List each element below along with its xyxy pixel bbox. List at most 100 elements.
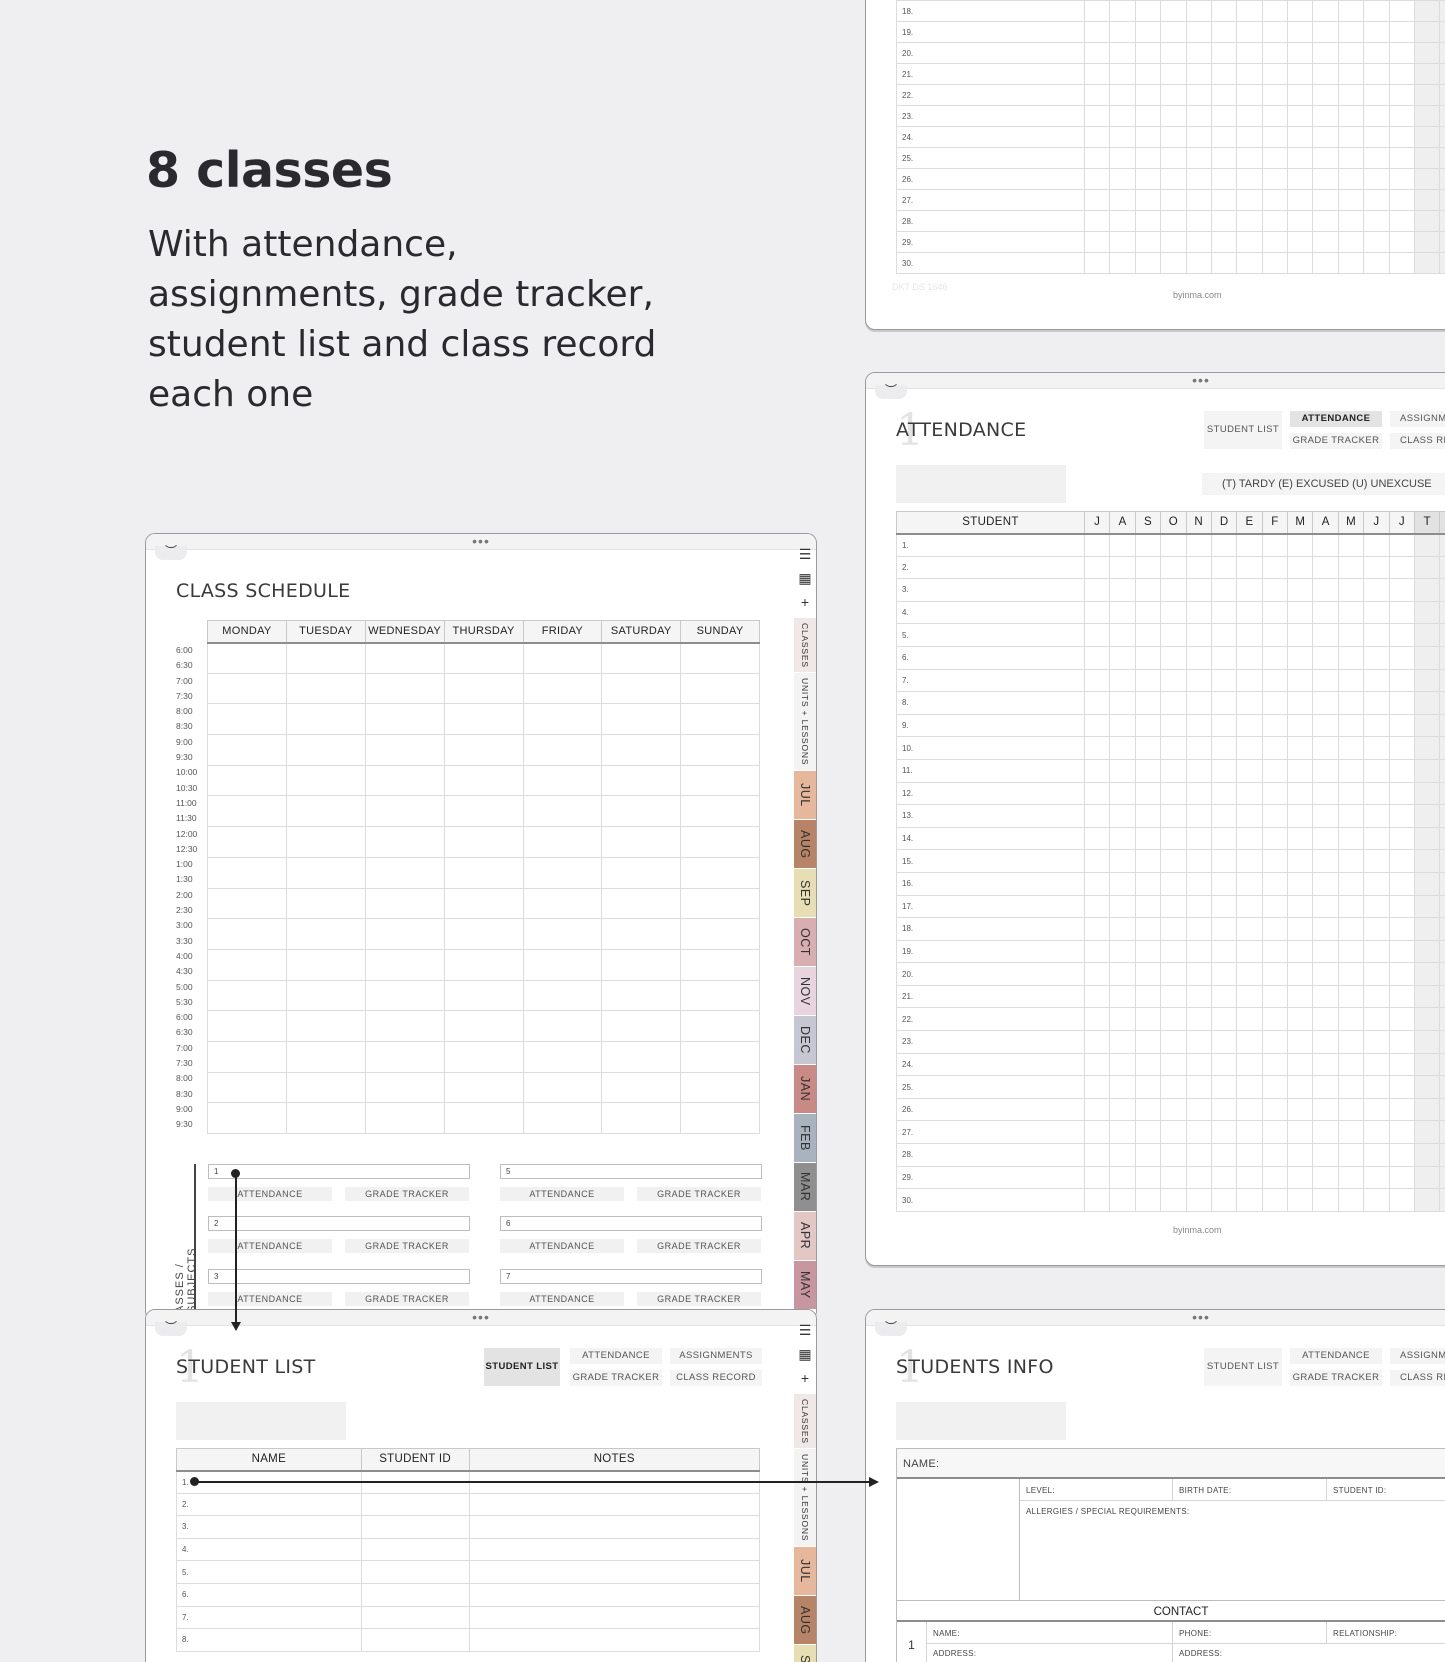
attendance-cell[interactable] [1388,168,1416,190]
attendance-cell[interactable] [1312,147,1339,169]
schedule-slot[interactable] [285,642,366,674]
schedule-slot[interactable] [601,979,682,1012]
level-cell[interactable]: LEVEL: [1020,1479,1173,1501]
attendance-cell[interactable] [1109,63,1136,85]
attendance-cell[interactable] [1083,623,1111,647]
student-cell[interactable]: 29. [896,1165,1085,1190]
schedule-slot[interactable] [522,948,603,981]
attendance-cell[interactable] [1388,210,1416,232]
attendance-cell[interactable] [1109,758,1136,783]
attendance-cell[interactable] [1236,804,1263,828]
attendance-cell[interactable] [1185,63,1212,85]
attendance-cell[interactable] [1160,21,1187,43]
student-id-cell[interactable] [360,1515,470,1539]
attendance-cell[interactable] [1261,1075,1289,1099]
schedule-slot[interactable] [601,642,682,674]
attendance-cell[interactable] [1185,1097,1212,1122]
student-cell[interactable]: 27. [896,1120,1085,1145]
student-cell[interactable]: 23. [896,1030,1085,1054]
attendance-cell[interactable] [1363,1075,1390,1099]
attendance-cell[interactable] [1388,668,1416,693]
attendance-cell[interactable] [1160,84,1187,106]
attendance-cell[interactable] [1261,1188,1289,1212]
subject-grade-tracker-button[interactable]: GRADE TRACKER [345,1292,469,1306]
attendance-cell[interactable] [1185,42,1212,64]
attendance-cell[interactable] [1261,189,1289,211]
attendance-cell[interactable] [1236,1188,1263,1212]
attendance-cell[interactable] [1287,1188,1314,1212]
attendance-cell[interactable] [1160,231,1187,253]
attendance-cell[interactable] [1414,578,1441,602]
schedule-slot[interactable] [680,1010,760,1042]
more-icon[interactable]: ••• [1186,1310,1216,1324]
schedule-slot[interactable] [522,734,603,766]
attendance-cell[interactable] [1236,917,1263,941]
attendance-cell[interactable] [1109,600,1136,625]
attendance-cell[interactable] [1109,984,1136,1009]
schedule-slot[interactable] [680,642,760,674]
attendance-cell[interactable] [1236,713,1263,738]
attendance-cell[interactable] [1388,1052,1416,1077]
attendance-cell[interactable] [1439,1120,1445,1145]
attendance-cell[interactable] [1439,1007,1445,1032]
attendance-cell[interactable] [1287,623,1314,647]
attendance-cell[interactable] [1083,168,1111,190]
attendance-cell[interactable] [1261,713,1289,738]
attendance-cell[interactable] [1185,645,1212,670]
attendance-cell[interactable] [1439,984,1445,1009]
attendance-cell[interactable] [1261,1120,1289,1145]
schedule-slot[interactable] [443,672,524,705]
student-cell[interactable]: 10. [896,736,1085,760]
schedule-slot[interactable] [364,948,445,981]
attendance-cell[interactable] [1312,533,1339,557]
attendance-cell[interactable] [1236,21,1263,43]
attendance-cell[interactable] [1236,691,1263,715]
attendance-cell[interactable] [1312,1030,1339,1054]
attendance-cell[interactable] [1185,1030,1212,1054]
attendance-cell[interactable] [1261,210,1289,232]
attendance-cell[interactable] [1287,1030,1314,1054]
nav-class-record[interactable]: CLASS REC [1390,433,1445,449]
attendance-cell[interactable] [1337,555,1365,580]
attendance-cell[interactable] [1363,84,1390,106]
attendance-cell[interactable] [1363,168,1390,190]
attendance-cell[interactable] [1210,1030,1238,1054]
attendance-cell[interactable] [1160,1052,1187,1077]
attendance-cell[interactable] [1439,1165,1445,1190]
attendance-cell[interactable] [1236,849,1263,873]
schedule-slot[interactable] [285,1040,366,1073]
attendance-cell[interactable] [1236,1052,1263,1077]
attendance-cell[interactable] [1109,0,1136,22]
class-name-field[interactable] [896,1402,1066,1440]
attendance-cell[interactable] [1210,1120,1238,1145]
attendance-cell[interactable] [1439,713,1445,738]
attendance-cell[interactable] [1134,210,1162,232]
attendance-cell[interactable] [1312,1120,1339,1145]
schedule-slot[interactable] [522,795,603,828]
attendance-cell[interactable] [1337,1143,1365,1167]
student-cell[interactable]: 26. [896,1097,1085,1122]
attendance-cell[interactable] [1287,826,1314,851]
attendance-cell[interactable] [1185,984,1212,1009]
attendance-cell[interactable] [1337,533,1365,557]
attendance-cell[interactable] [1083,63,1111,85]
attendance-cell[interactable] [1210,1052,1238,1077]
attendance-cell[interactable] [1287,939,1314,964]
student-name-cell[interactable]: 3. [176,1515,362,1539]
student-id-cell[interactable] [360,1492,470,1517]
attendance-cell[interactable] [1134,147,1162,169]
attendance-cell[interactable] [1388,147,1416,169]
attendance-cell[interactable] [1414,63,1441,85]
attendance-cell[interactable] [1261,533,1289,557]
attendance-cell[interactable] [1160,804,1187,828]
schedule-slot[interactable] [364,887,445,920]
attendance-cell[interactable] [1261,1052,1289,1077]
schedule-slot[interactable] [364,734,445,766]
schedule-slot[interactable] [522,703,603,736]
attendance-cell[interactable] [1236,105,1263,127]
attendance-cell[interactable] [1337,984,1365,1009]
attendance-cell[interactable] [1287,42,1314,64]
student-cell[interactable]: 3. [896,578,1085,602]
tab-jul[interactable]: JUL [794,1547,816,1596]
attendance-cell[interactable] [1185,252,1212,274]
